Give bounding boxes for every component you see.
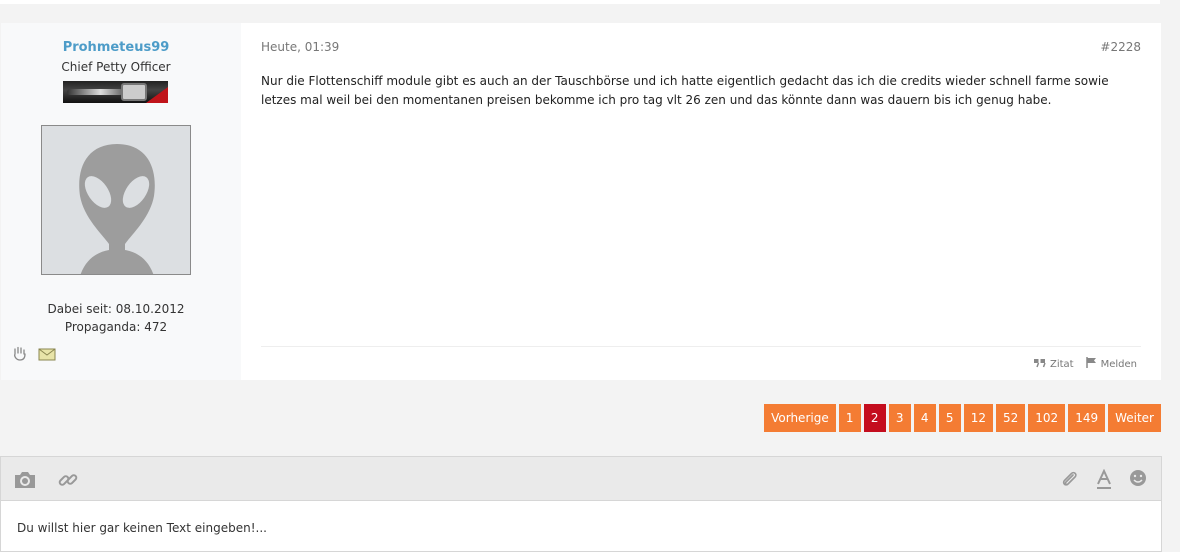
page-button[interactable]: 3 — [888, 404, 911, 432]
alien-avatar-icon — [79, 144, 155, 274]
page-button-current[interactable]: 2 — [863, 404, 886, 432]
reply-editor: Du willst hier gar keinen Text eingeben!… — [0, 456, 1162, 552]
editor-toolbar — [1, 457, 1161, 501]
editor-textarea[interactable]: Du willst hier gar keinen Text eingeben!… — [17, 521, 267, 535]
page-button[interactable]: 149 — [1068, 404, 1106, 432]
previous-post-bottom — [0, 0, 1160, 4]
post-actions: Zitat Melden — [1033, 357, 1137, 371]
flag-icon — [1085, 357, 1097, 371]
post-date: Heute, 01:39 — [261, 40, 340, 54]
font-format-icon[interactable] — [1096, 468, 1118, 491]
pagination: Vorherige 1 2 3 4 5 12 52 102 149 Weiter — [764, 404, 1161, 432]
camera-icon[interactable] — [13, 469, 35, 491]
author-username-link[interactable]: Prohmeteus99 — [1, 40, 231, 55]
page-button[interactable]: 4 — [913, 404, 936, 432]
page-button[interactable]: 52 — [996, 404, 1026, 432]
post-footer-divider — [261, 346, 1141, 347]
quote-button[interactable]: Zitat — [1033, 357, 1074, 371]
author-avatar[interactable] — [41, 125, 191, 275]
post-permalink[interactable]: #2228 — [1100, 40, 1141, 54]
wave-hand-icon[interactable] — [11, 346, 29, 362]
post-content: Nur die Flottenschiff module gibt es auc… — [261, 74, 1109, 107]
smiley-icon[interactable] — [1129, 469, 1151, 491]
quote-icon — [1033, 358, 1046, 371]
pagination-prev-button[interactable]: Vorherige — [764, 404, 836, 432]
page-button[interactable]: 1 — [838, 404, 861, 432]
forum-post: Prohmeteus99 Chief Petty Officer Dabei s… — [1, 23, 1161, 380]
page-button[interactable]: 102 — [1028, 404, 1066, 432]
private-message-icon[interactable] — [38, 346, 56, 362]
author-join-date: Dabei seit: 08.10.2012 — [47, 302, 185, 316]
author-rank: Chief Petty Officer — [61, 60, 171, 74]
link-icon[interactable] — [57, 469, 79, 491]
report-button[interactable]: Melden — [1085, 357, 1137, 371]
report-label: Melden — [1100, 358, 1137, 370]
attachment-icon[interactable] — [1061, 469, 1083, 491]
author-propaganda: Propaganda: 472 — [64, 320, 168, 334]
rank-insignia-image — [63, 81, 168, 103]
post-author-sidebar: Prohmeteus99 Chief Petty Officer Dabei s… — [1, 23, 241, 380]
page-button[interactable]: 5 — [938, 404, 961, 432]
quote-label: Zitat — [1049, 358, 1074, 370]
pagination-next-button[interactable]: Weiter — [1108, 404, 1161, 432]
page-button[interactable]: 12 — [963, 404, 993, 432]
